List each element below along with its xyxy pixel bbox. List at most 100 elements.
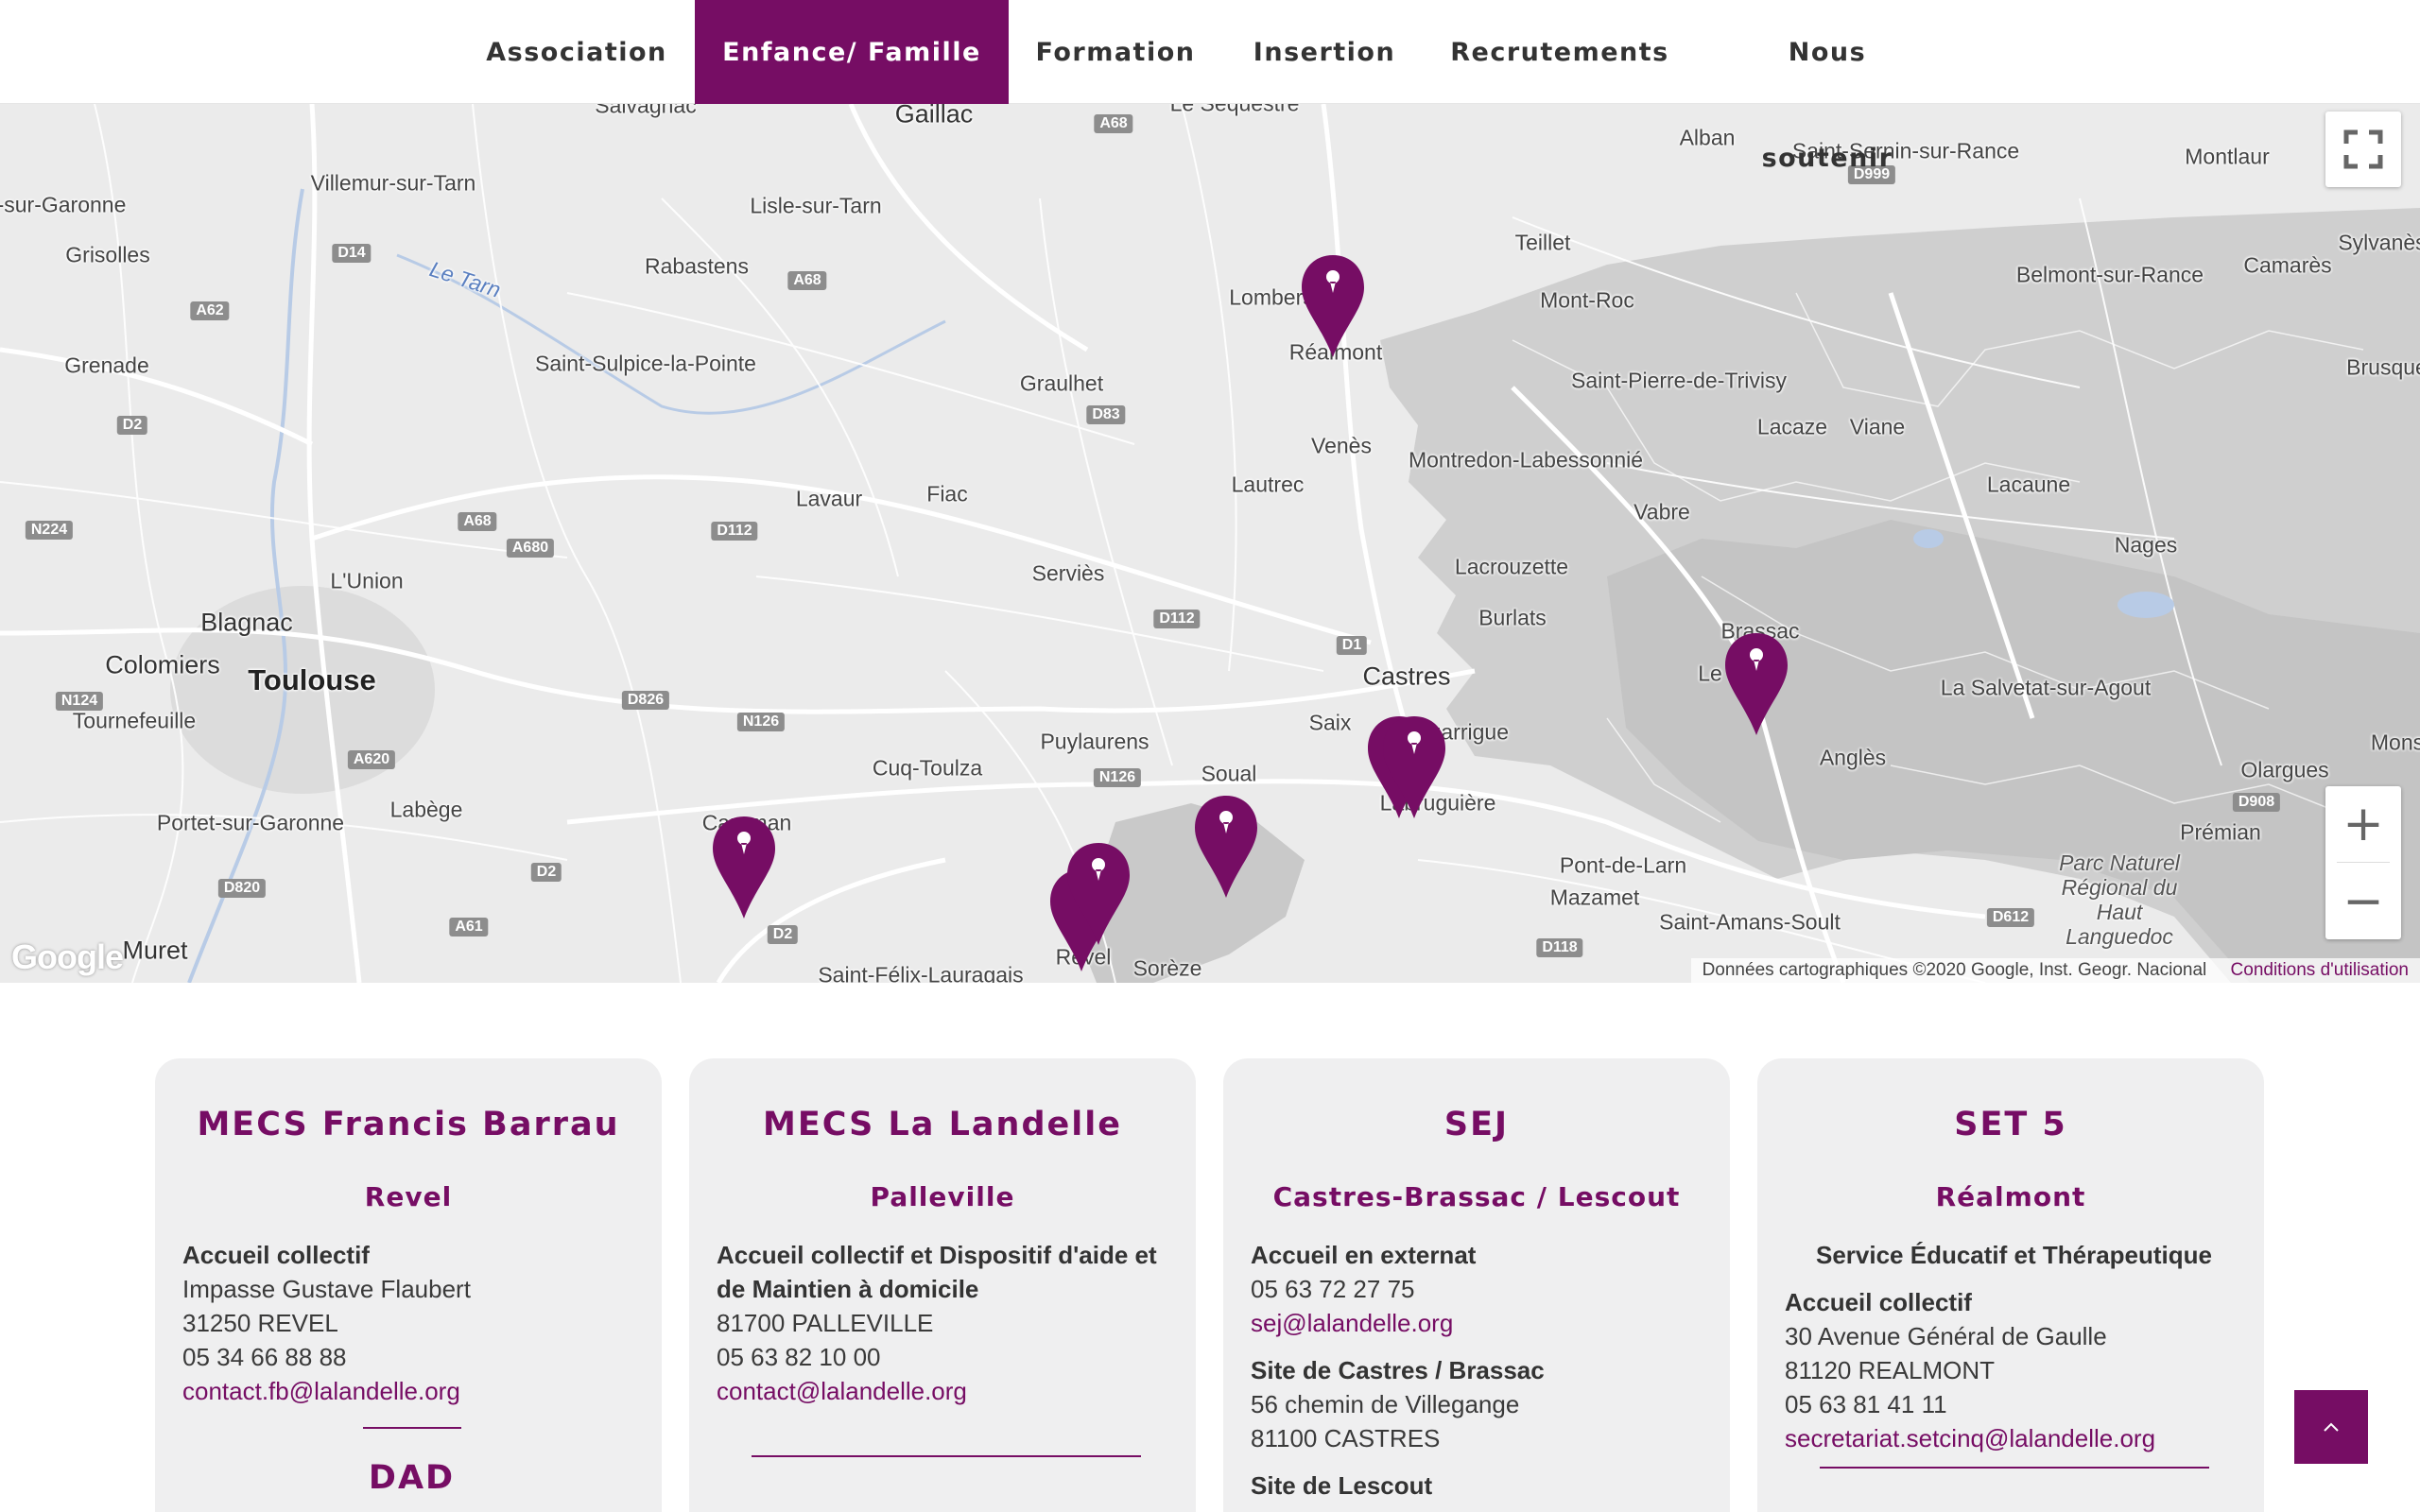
road-shield: D1	[1336, 636, 1368, 655]
zoom-control: + −	[2325, 786, 2401, 939]
scroll-to-top-button[interactable]	[2294, 1390, 2368, 1464]
place-label: Blagnac	[200, 608, 293, 637]
road-shield: A620	[347, 750, 396, 769]
road-shield: D820	[217, 879, 267, 898]
zoom-divider	[2337, 862, 2390, 863]
place-label: Serviès	[1031, 560, 1105, 586]
card-email-link[interactable]: contact.fb@lalandelle.org	[182, 1374, 641, 1408]
place-label: Venès	[1311, 433, 1372, 458]
place-label: Anglès	[1819, 745, 1887, 770]
fullscreen-button[interactable]	[2325, 112, 2401, 187]
card-title: SET 5	[1954, 1106, 2067, 1143]
road-shield: A68	[458, 512, 497, 531]
place-label: Brusque	[2346, 354, 2420, 380]
card-sej: SEJ Castres-Brassac / Lescout Accueil en…	[1223, 1058, 1730, 1512]
place-label: Saint-Sulpice-la-Pointe	[535, 351, 756, 376]
road-shield: N126	[736, 713, 786, 731]
place-label: Cuq-Toulza	[872, 755, 983, 781]
card-phone: 05 63 82 10 00	[717, 1343, 881, 1371]
card-type: Accueil collectif et Dispositif d'aide e…	[717, 1241, 1157, 1303]
zoom-in-button[interactable]: +	[2325, 786, 2401, 862]
nav-item-nous-soutenir[interactable]: Nous soutenir	[1719, 0, 1936, 173]
card-address: 81100 CASTRES	[1251, 1424, 1441, 1452]
zoom-out-button[interactable]: −	[2325, 864, 2401, 939]
road-shield: D2	[767, 925, 799, 944]
place-label: Saix	[1308, 710, 1352, 735]
nav-item-enfance-famille[interactable]: Enfance/ Famille	[695, 0, 1009, 104]
card-separator	[1819, 1467, 2209, 1469]
plus-icon: +	[2342, 796, 2384, 852]
place-label: Graulhet	[1019, 370, 1104, 396]
nav-item-association[interactable]: Association	[473, 0, 681, 104]
map-pin-icon[interactable]	[1723, 631, 1789, 737]
card-set-5: SET 5 Réalmont Service Éducatif et Théra…	[1757, 1058, 2264, 1512]
place-label: Lisle-sur-Tarn	[750, 193, 882, 218]
nav-item-formation[interactable]: Formation	[1030, 0, 1201, 104]
card-email-link[interactable]: sej@lalandelle.org	[1251, 1306, 1709, 1340]
place-label: Camarès	[2243, 252, 2332, 278]
card-title: MECS La Landelle	[763, 1106, 1122, 1143]
place-label: Labège	[389, 797, 463, 822]
place-label: Rabastens	[645, 253, 749, 279]
chevron-up-icon	[2324, 1422, 2339, 1432]
place-label: Portet-sur-Garonne	[156, 810, 345, 835]
place-label: Castres	[1362, 662, 1451, 691]
card-email-link[interactable]: contact@lalandelle.org	[717, 1374, 1175, 1408]
card-address: Impasse Gustave Flaubert	[182, 1275, 471, 1303]
place-label-city: Toulouse	[248, 663, 376, 696]
road-shield: N126	[1093, 768, 1142, 787]
main-navigation: Association Enfance/ Famille Formation I…	[0, 0, 2420, 173]
nav-item-recrutements[interactable]: Recrutements	[1446, 0, 1673, 104]
google-logo: Google	[11, 937, 124, 976]
place-label: Nages	[2114, 532, 2178, 558]
card-separator	[751, 1455, 1141, 1457]
card-email-link[interactable]: secretariat.setcinq@lalandelle.org	[1785, 1421, 2243, 1455]
card-mecs-la-landelle: MECS La Landelle Palleville Accueil coll…	[689, 1058, 1196, 1512]
road-shield: D112	[1153, 610, 1201, 628]
road-shield: D2	[530, 863, 562, 882]
map[interactable]: Salvagnac Gaillac Le Séquestre Alban Sai…	[0, 104, 2420, 983]
place-label: Montredon-Labessonnié	[1408, 447, 1644, 472]
card-site-title: Site de Castres / Brassac	[1251, 1356, 1545, 1384]
place-label: Grisolles	[65, 242, 150, 267]
place-label: L'Union	[330, 568, 404, 593]
place-label: Saint-Félix-Lauragais	[818, 962, 1024, 984]
card-mecs-francis-barrau: MECS Francis Barrau Revel Accueil collec…	[155, 1058, 662, 1512]
road-shield: N124	[55, 692, 104, 711]
terms-link[interactable]: Conditions d'utilisation	[2231, 960, 2409, 980]
map-pin-icon[interactable]	[711, 815, 777, 920]
road-shield: A680	[506, 539, 555, 558]
nav-item-insertion[interactable]: Insertion	[1246, 0, 1403, 104]
place-label: Le Séquestre	[1170, 104, 1300, 117]
place-label: Gaillac	[894, 104, 974, 129]
card-address: 56 chemin de Villegange	[1251, 1390, 1520, 1418]
place-label: Mazamet	[1549, 885, 1640, 910]
road-shield: A61	[449, 918, 489, 936]
place-label-park: Parc Naturel Régional du Haut Languedoc	[2059, 850, 2180, 949]
fullscreen-icon	[2343, 129, 2383, 169]
road-shield: D83	[1086, 405, 1126, 424]
place-label: Fiac	[926, 481, 968, 507]
place-label: Viane	[1849, 414, 1906, 439]
place-label: Montlaur	[2185, 144, 2270, 169]
road-shield: N224	[25, 521, 74, 540]
map-pin-icon[interactable]	[1065, 841, 1132, 947]
map-pin-icon[interactable]	[1193, 794, 1259, 900]
place-label: Lacaune	[1986, 472, 2071, 497]
place-label: Muret	[122, 936, 188, 965]
minus-icon: −	[2342, 873, 2384, 930]
place-label: Olargues	[2240, 757, 2329, 782]
map-pin-icon[interactable]	[1381, 714, 1447, 820]
card-type: Accueil en externat	[1251, 1241, 1477, 1269]
place-label: Sylvanès	[2338, 230, 2420, 255]
card-address: 30 Avenue Général de Gaulle	[1785, 1322, 2107, 1350]
card-address: 31250 REVEL	[182, 1309, 338, 1337]
map-attribution: Données cartographiques ©2020 Google, In…	[1690, 958, 2420, 983]
attribution-text: Données cartographiques ©2020 Google, In…	[1702, 960, 2207, 980]
card-phone: 05 34 66 88 88	[182, 1343, 347, 1371]
place-label: -sur-Garonne	[0, 192, 127, 217]
map-pin-icon[interactable]	[1300, 253, 1366, 359]
card-site-title: Site de Lescout	[1251, 1471, 1433, 1500]
place-label: Tournefeuille	[72, 708, 197, 733]
place-label: Puylaurens	[1040, 729, 1150, 754]
